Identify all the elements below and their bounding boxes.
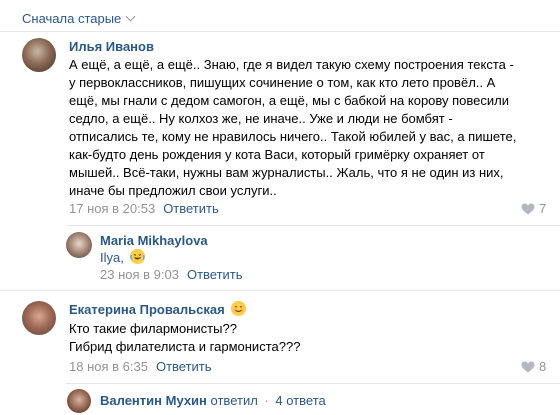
- heart-icon: [521, 361, 535, 372]
- divider: [66, 225, 560, 226]
- avatar[interactable]: [22, 301, 56, 335]
- comment-author[interactable]: Илья Иванов: [69, 39, 154, 54]
- comment-text: Кто такие филармонисты?? Гибрид филатели…: [69, 321, 301, 354]
- avatar[interactable]: [22, 38, 56, 72]
- like-button[interactable]: 7: [521, 201, 546, 216]
- thread-author: Валентин Мухин: [100, 393, 207, 408]
- comment-text-row: Ilya,: [100, 249, 146, 267]
- comment-text: А ещё, а ещё, а ещё.. Знаю, где я видел …: [69, 57, 517, 198]
- comment-meta: 23 ноя в 9:03 Ответить: [100, 267, 243, 282]
- heart-icon: [521, 203, 535, 214]
- avatar: [67, 389, 91, 413]
- thread-action: ответил: [210, 393, 258, 408]
- reply-button[interactable]: Ответить: [156, 359, 212, 374]
- like-count: 7: [539, 201, 547, 216]
- like-count: 8: [539, 359, 547, 374]
- like-button[interactable]: 8: [521, 359, 546, 374]
- comment-date[interactable]: 17 ноя в 20:53: [69, 201, 155, 216]
- laughing-tears-emoji: [130, 249, 146, 264]
- comment-author-row: Екатерина Провальская: [69, 301, 247, 317]
- comment-author[interactable]: Екатерина Провальская: [69, 302, 225, 317]
- smiling-face-emoji: [231, 301, 247, 316]
- reply-to-link[interactable]: Ilya,: [100, 250, 124, 265]
- avatar[interactable]: [66, 232, 92, 258]
- reply-button[interactable]: Ответить: [163, 201, 219, 216]
- divider: [66, 383, 560, 384]
- sort-order-label: Сначала старые: [22, 11, 122, 26]
- chevron-down-icon: [125, 11, 136, 22]
- comment-author[interactable]: Maria Mikhaylova: [100, 233, 208, 248]
- sort-order-dropdown[interactable]: Сначала старые: [22, 11, 136, 26]
- comment-date[interactable]: 18 ноя в 6:35: [69, 359, 148, 374]
- thread-reply-count: 4 ответа: [275, 393, 326, 408]
- reply-button[interactable]: Ответить: [187, 267, 243, 282]
- divider: [0, 290, 560, 291]
- comment-meta: 17 ноя в 20:53 Ответить: [69, 201, 219, 216]
- thread-separator: ·: [264, 393, 269, 408]
- divider: [0, 31, 560, 32]
- comment-meta: 18 ноя в 6:35 Ответить: [69, 359, 212, 374]
- show-replies-link[interactable]: Валентин Мухин ответил · 4 ответа: [100, 393, 326, 408]
- comment-date[interactable]: 23 ноя в 9:03: [100, 267, 179, 282]
